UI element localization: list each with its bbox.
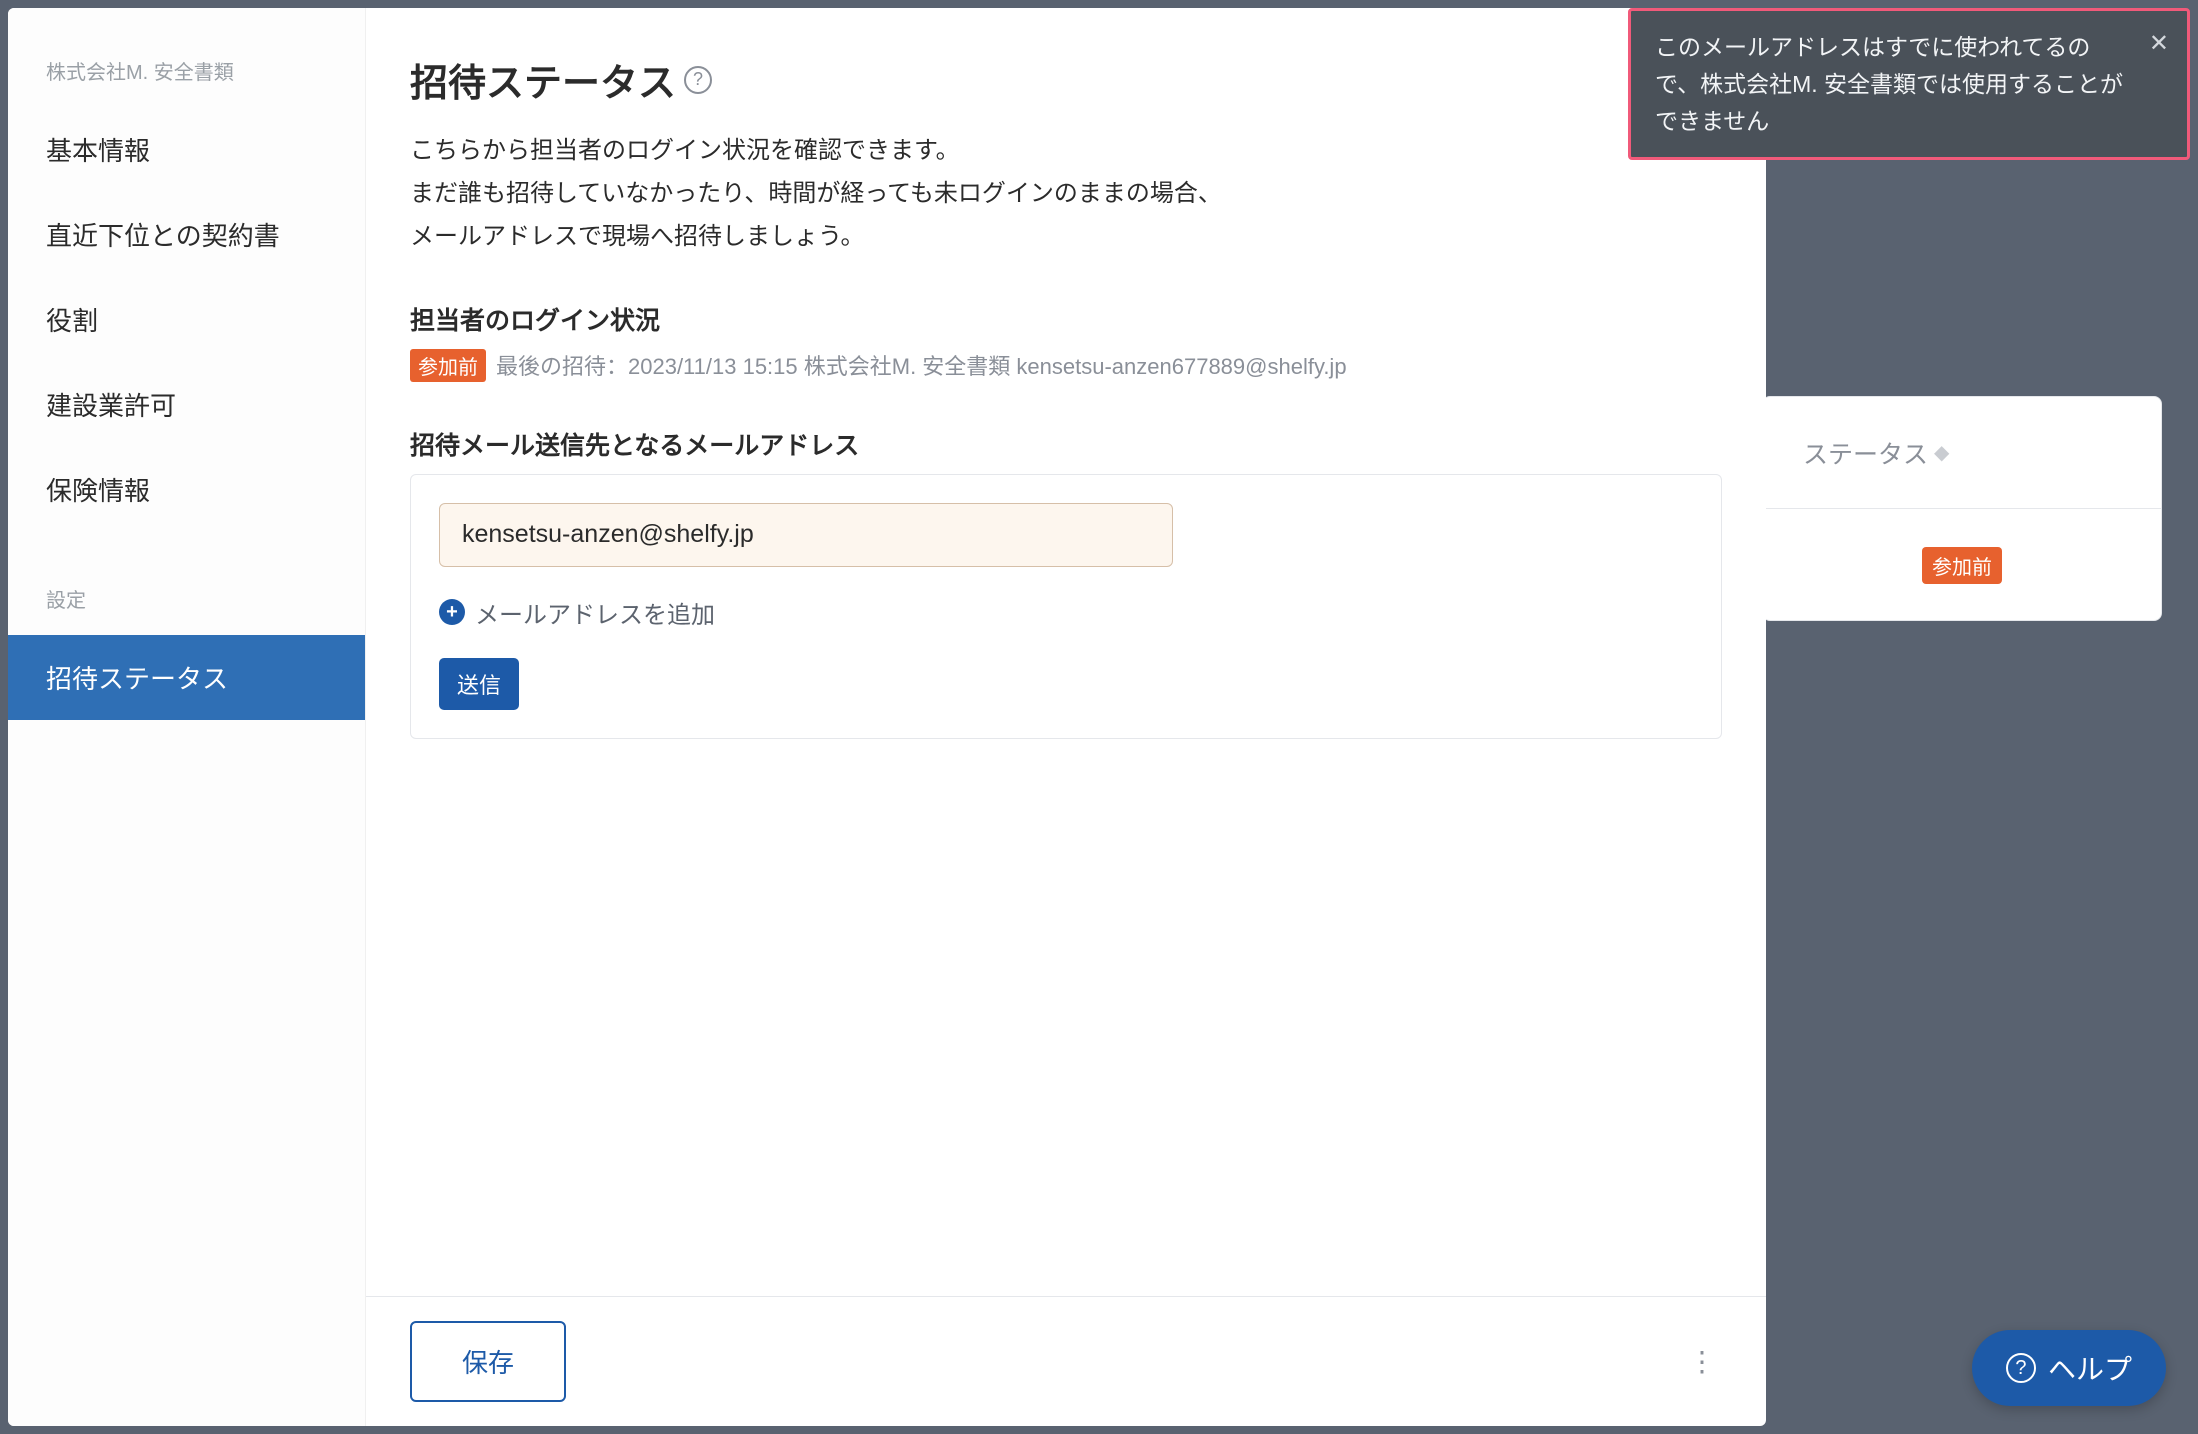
toast-close-button[interactable]: ✕: [2149, 29, 2169, 58]
help-fab-label: ヘルプ: [2048, 1348, 2132, 1388]
sidebar-item-label: 直近下位との契約書: [46, 221, 280, 251]
sort-icon: ◆: [1934, 440, 1949, 465]
description-line: まだ誰も招待していなかったり、時間が経っても未ログインのままの場合、: [410, 172, 1722, 215]
background-table-header: ステータス ◆: [1763, 397, 2161, 509]
plus-icon: +: [439, 599, 465, 625]
description-line: メールアドレスで現場へ招待しましょう。: [410, 215, 1722, 258]
sidebar-item-label: 役割: [46, 306, 98, 336]
sidebar: 株式会社M. 安全書類 基本情報 直近下位との契約書 役割 建設業許可 保険情報…: [8, 8, 366, 1426]
status-line: 参加前 最後の招待：2023/11/13 15:15 株式会社M. 安全書類 k…: [410, 349, 1722, 382]
add-email-label: メールアドレスを追加: [475, 595, 715, 630]
more-menu-button[interactable]: ⋮: [1682, 1342, 1722, 1382]
save-button[interactable]: 保存: [410, 1321, 566, 1402]
background-table-row: 参加前: [1763, 509, 2161, 621]
send-button[interactable]: 送信: [439, 658, 519, 710]
toast-message: このメールアドレスはすでに使われてるので、株式会社M. 安全書類では使用すること…: [1655, 29, 2129, 139]
close-icon: ✕: [2149, 30, 2169, 57]
sidebar-item-basic-info[interactable]: 基本情報: [8, 107, 365, 192]
sidebar-item-invite-status[interactable]: 招待ステータス: [8, 635, 365, 720]
last-invite-text: 最後の招待：2023/11/13 15:15 株式会社M. 安全書類 kense…: [496, 349, 1347, 381]
sidebar-item-label: 保険情報: [46, 476, 150, 506]
login-status-title: 担当者のログイン状況: [410, 301, 1722, 337]
sidebar-item-label: 招待ステータス: [46, 664, 228, 694]
sidebar-item-role[interactable]: 役割: [8, 277, 365, 362]
page-description: こちらから担当者のログイン状況を確認できます。 まだ誰も招待していなかったり、時…: [410, 129, 1722, 259]
description-line: こちらから担当者のログイン状況を確認できます。: [410, 129, 1722, 172]
add-email-button[interactable]: + メールアドレスを追加: [439, 595, 1693, 630]
status-badge: 参加前: [1922, 547, 2002, 584]
help-icon: ?: [2006, 1353, 2036, 1383]
error-toast: このメールアドレスはすでに使われてるので、株式会社M. 安全書類では使用すること…: [1628, 8, 2190, 160]
main-content-area: 招待ステータス ? こちらから担当者のログイン状況を確認できます。 まだ誰も招待…: [366, 8, 1766, 1426]
sidebar-group-title-2: 設定: [8, 572, 365, 635]
modal: 株式会社M. 安全書類 基本情報 直近下位との契約書 役割 建設業許可 保険情報…: [8, 8, 1766, 1426]
sidebar-item-insurance[interactable]: 保険情報: [8, 447, 365, 532]
modal-footer: 保存 ⋮: [366, 1296, 1766, 1426]
page-title: 招待ステータス ?: [410, 52, 1722, 107]
email-section-title: 招待メール送信先となるメールアドレス: [410, 426, 1722, 462]
sidebar-group-title-1: 株式会社M. 安全書類: [8, 44, 365, 107]
sidebar-item-construction-permit[interactable]: 建設業許可: [8, 362, 365, 447]
main-scroll: 招待ステータス ? こちらから担当者のログイン状況を確認できます。 まだ誰も招待…: [366, 8, 1766, 1296]
help-icon[interactable]: ?: [684, 66, 712, 94]
sidebar-item-contract[interactable]: 直近下位との契約書: [8, 192, 365, 277]
sidebar-item-label: 基本情報: [46, 136, 150, 166]
sidebar-item-label: 建設業許可: [46, 391, 176, 421]
email-input[interactable]: [439, 503, 1173, 567]
help-fab[interactable]: ? ヘルプ: [1972, 1330, 2166, 1406]
participation-status-badge: 参加前: [410, 349, 486, 382]
background-card: ステータス ◆ 参加前: [1762, 396, 2162, 621]
vertical-dots-icon: ⋮: [1688, 1345, 1716, 1378]
page-title-text: 招待ステータス: [410, 52, 676, 107]
email-card: + メールアドレスを追加 送信: [410, 474, 1722, 739]
status-column-label: ステータス: [1803, 435, 1928, 471]
